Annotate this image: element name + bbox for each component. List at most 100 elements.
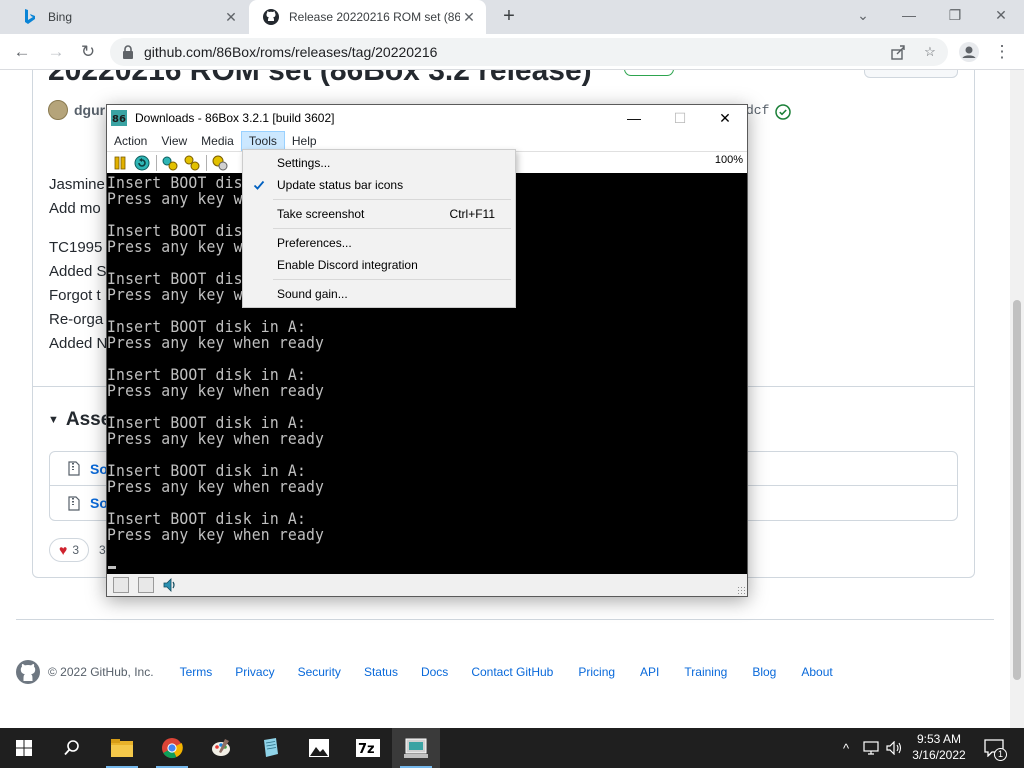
- body-line: Add mo: [49, 200, 101, 217]
- reload-button[interactable]: ↻: [76, 40, 100, 64]
- footer-link-contact[interactable]: Contact GitHub: [471, 665, 553, 679]
- sound-icon[interactable]: [162, 577, 178, 593]
- taskbar-photos[interactable]: [295, 728, 343, 768]
- github-logo-icon[interactable]: [16, 660, 40, 684]
- address-bar[interactable]: github.com/86Box/roms/releases/tag/20220…: [110, 38, 948, 66]
- ctrl-alt-del-button[interactable]: [161, 154, 179, 172]
- search-button[interactable]: [48, 728, 96, 768]
- taskbar-notepad[interactable]: [246, 728, 294, 768]
- bookmark-star-icon[interactable]: ☆: [920, 42, 940, 62]
- toolbar-separator: [206, 154, 207, 171]
- menu-view[interactable]: View: [154, 131, 194, 151]
- taskbar-paint[interactable]: [197, 728, 245, 768]
- tab-github-release[interactable]: Release 20220216 ROM set (86B ✕: [249, 0, 486, 34]
- footer-link-privacy[interactable]: Privacy: [235, 665, 274, 679]
- 86box-icon: [404, 738, 428, 758]
- pause-icon: [114, 156, 126, 169]
- taskbar-chrome[interactable]: [148, 728, 196, 768]
- floppy-drive-icon[interactable]: [113, 577, 129, 593]
- menu-action[interactable]: Action: [107, 131, 154, 151]
- menu-item-shortcut: Ctrl+F11: [449, 207, 495, 221]
- menu-item-preferences[interactable]: Preferences...: [243, 232, 515, 254]
- menu-item-label: Preferences...: [277, 236, 352, 250]
- menu-item-discord-integration[interactable]: Enable Discord integration: [243, 254, 515, 276]
- menu-tools[interactable]: Tools: [240, 131, 285, 151]
- toolbar-separator: [156, 154, 157, 171]
- text-cursor: [108, 566, 116, 569]
- taskbar-7zip[interactable]: 7z: [344, 728, 392, 768]
- body-line: Jasmine: [49, 176, 105, 193]
- show-hidden-icons-button[interactable]: ^: [836, 728, 856, 768]
- volume-icon[interactable]: [884, 728, 906, 768]
- tab-bing[interactable]: Bing ✕: [8, 0, 248, 34]
- file-zip-icon: [68, 495, 80, 511]
- footer-link-about[interactable]: About: [801, 665, 832, 679]
- verified-check-icon: [775, 104, 791, 120]
- restore-button[interactable]: ❐: [932, 0, 978, 30]
- reaction-count: 3: [72, 543, 79, 557]
- settings-button[interactable]: [211, 154, 229, 172]
- minimize-button[interactable]: —: [886, 0, 932, 30]
- github-icon: [263, 9, 279, 25]
- footer-link-training[interactable]: Training: [684, 665, 727, 679]
- start-button[interactable]: [0, 728, 48, 768]
- menu-item-sound-gain[interactable]: Sound gain...: [243, 283, 515, 305]
- reset-button[interactable]: [133, 154, 151, 172]
- assets-toggle[interactable]: ▼ Asse: [48, 409, 111, 431]
- system-clock[interactable]: 9:53 AM 3/16/2022: [906, 731, 972, 763]
- emulator-close-button[interactable]: ✕: [702, 105, 748, 131]
- browser-menu-icon[interactable]: ⋮: [990, 40, 1014, 64]
- menu-item-update-status-bar-icons[interactable]: Update status bar icons: [243, 174, 515, 196]
- menu-item-settings[interactable]: Settings...: [243, 152, 515, 174]
- footer-link-blog[interactable]: Blog: [752, 665, 776, 679]
- heart-reaction-button[interactable]: ♥ 3: [49, 538, 89, 562]
- footer-link-docs[interactable]: Docs: [421, 665, 448, 679]
- author-avatar[interactable]: [48, 100, 68, 120]
- footer-link-security[interactable]: Security: [298, 665, 341, 679]
- commit-sha[interactable]: dcf: [746, 103, 769, 118]
- close-tab-icon[interactable]: ✕: [222, 8, 240, 26]
- close-tab-icon[interactable]: ✕: [460, 8, 478, 26]
- taskbar-file-explorer[interactable]: [98, 728, 146, 768]
- footer-link-terms[interactable]: Terms: [180, 665, 213, 679]
- back-button[interactable]: ←: [10, 40, 34, 64]
- photos-icon: [309, 739, 329, 757]
- resize-grip[interactable]: [737, 586, 745, 594]
- menu-item-label: Enable Discord integration: [277, 258, 418, 272]
- hard-disk-icon[interactable]: [138, 577, 154, 593]
- profile-avatar[interactable]: [957, 40, 981, 64]
- menu-media[interactable]: Media: [194, 131, 241, 151]
- windows-taskbar: 7z ^ 9:53 AM 3/16/2022 1: [0, 728, 1024, 768]
- new-tab-button[interactable]: +: [498, 6, 520, 28]
- clock-time: 9:53 AM: [916, 732, 962, 746]
- network-icon[interactable]: [860, 728, 882, 768]
- clock-date: 3/16/2022: [912, 748, 966, 762]
- pause-button[interactable]: [111, 154, 129, 172]
- ctrl-alt-esc-button[interactable]: [183, 154, 201, 172]
- tab-search-icon[interactable]: ⌄: [840, 0, 886, 30]
- scrollbar-thumb[interactable]: [1013, 300, 1021, 680]
- screen-line: Press any key when ready: [107, 477, 325, 496]
- close-window-button[interactable]: ✕: [978, 0, 1024, 30]
- footer-link-api[interactable]: API: [640, 665, 659, 679]
- svg-text:86: 86: [112, 114, 126, 125]
- taskbar-86box[interactable]: [392, 728, 440, 768]
- emulator-minimize-button[interactable]: —: [611, 105, 657, 131]
- emulator-titlebar[interactable]: 86 Downloads - 86Box 3.2.1 [build 3602] …: [107, 105, 747, 131]
- compare-button[interactable]: [864, 70, 958, 78]
- page-scrollbar[interactable]: [1010, 70, 1024, 728]
- footer-copyright: © 2022 GitHub, Inc.: [48, 665, 154, 679]
- share-icon[interactable]: [888, 42, 908, 62]
- footer-link-pricing[interactable]: Pricing: [578, 665, 615, 679]
- page-footer: © 2022 GitHub, Inc. Terms Privacy Securi…: [16, 660, 833, 684]
- menu-item-take-screenshot[interactable]: Take screenshot Ctrl+F11: [243, 203, 515, 225]
- reset-icon: [134, 155, 150, 170]
- footer-link-status[interactable]: Status: [364, 665, 398, 679]
- svg-text:7z: 7z: [358, 742, 375, 757]
- forward-button[interactable]: →: [44, 40, 68, 64]
- menu-help[interactable]: Help: [285, 131, 324, 151]
- notification-center-button[interactable]: 1: [982, 728, 1007, 768]
- menu-item-label: Take screenshot: [277, 207, 365, 221]
- footer-divider: [16, 619, 994, 620]
- emulator-maximize-button[interactable]: ☐: [657, 105, 703, 131]
